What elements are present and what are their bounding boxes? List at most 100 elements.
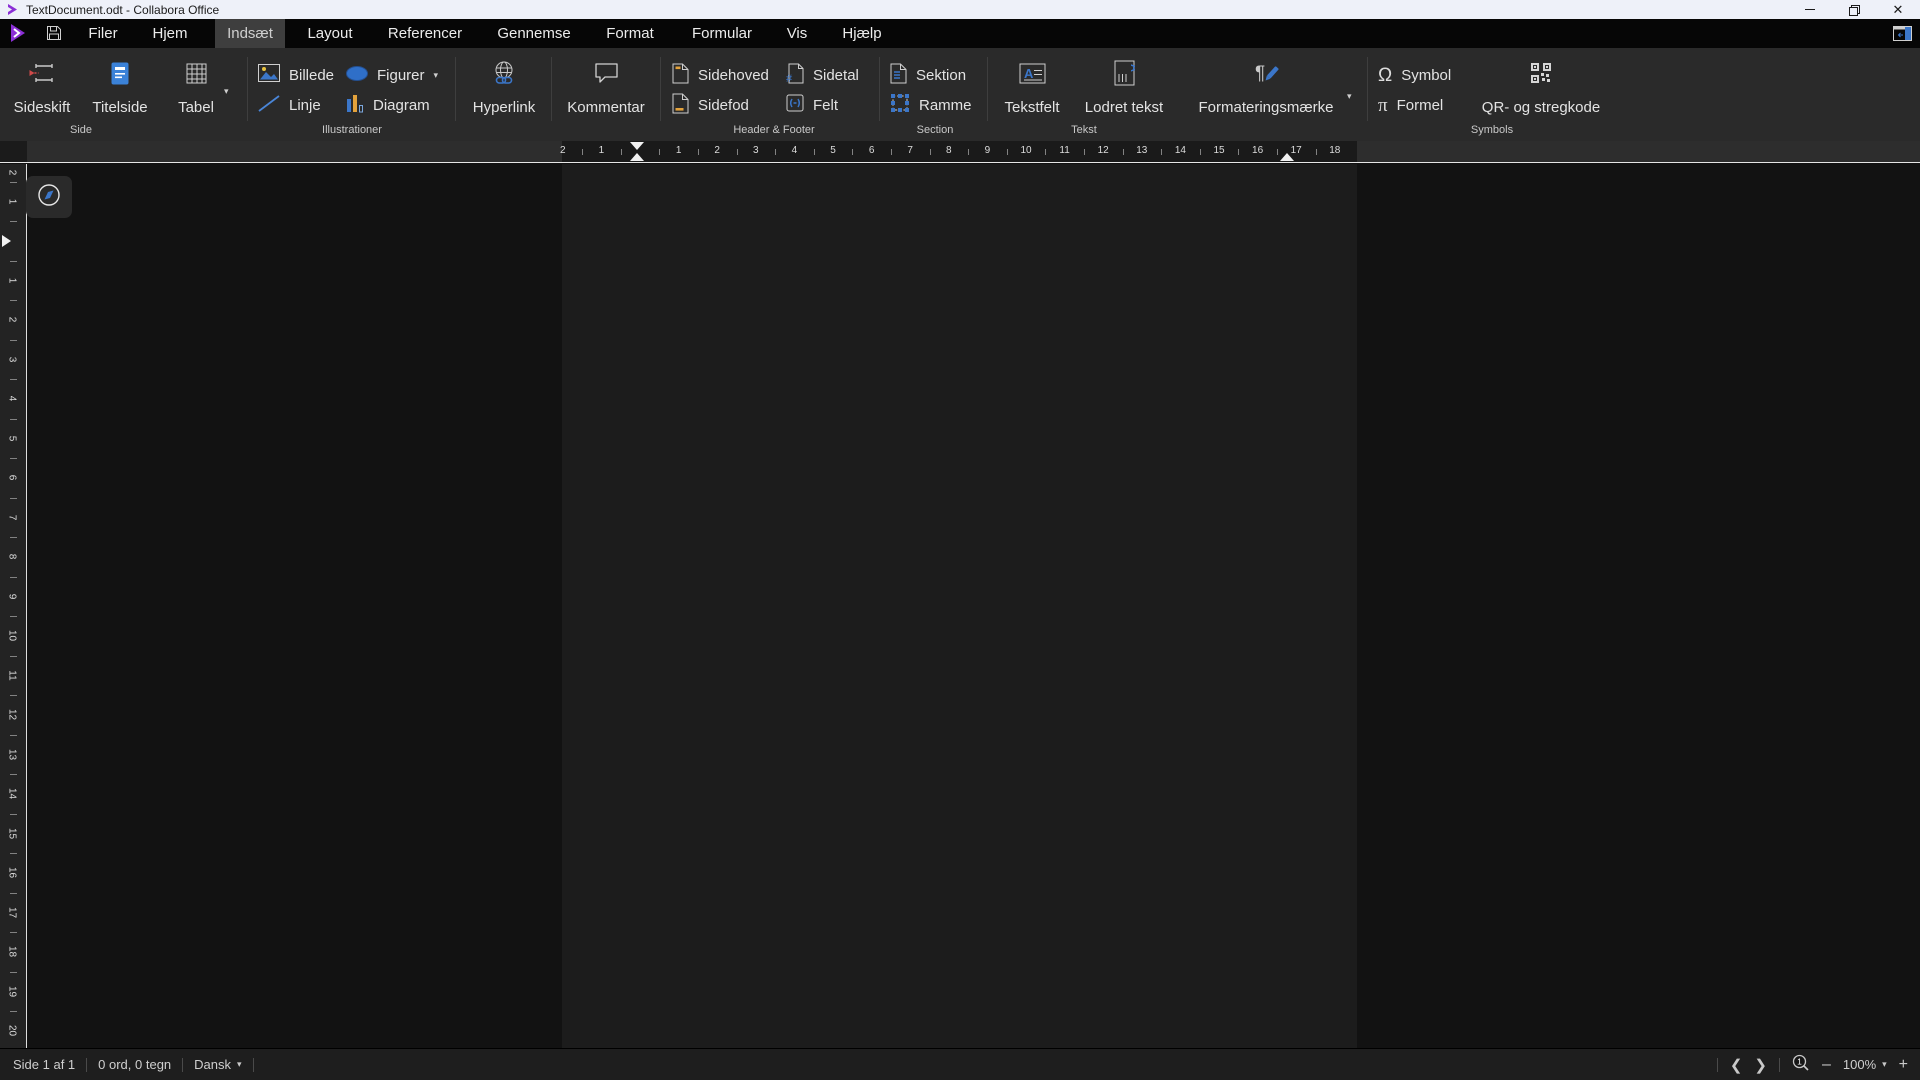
qr-stregkode-button[interactable]: QR- og stregkode: [1473, 54, 1609, 118]
sideskift-button[interactable]: Sideskift: [9, 54, 75, 118]
ruler-number: 17: [7, 902, 18, 922]
sidehoved-button[interactable]: Sidehoved: [672, 61, 769, 89]
shapes-ellipse-icon: [346, 66, 368, 85]
table-icon: [186, 54, 207, 92]
page-number-icon: #: [786, 63, 804, 88]
previous-page-icon[interactable]: ❮: [1730, 1056, 1743, 1074]
indent-marker-bottom[interactable]: [630, 153, 644, 161]
tekstfelt-button[interactable]: A Tekstfelt: [999, 54, 1065, 118]
ruler-number: 9: [7, 586, 18, 606]
menu-tab-format[interactable]: Format: [585, 19, 675, 48]
hyperlink-button[interactable]: Hyperlink: [466, 54, 542, 118]
menu-tab-layout[interactable]: Layout: [285, 19, 375, 48]
billede-button[interactable]: Billede: [258, 61, 334, 89]
menu-tab-referencer[interactable]: Referencer: [380, 19, 470, 48]
ruler-tick: [10, 853, 17, 854]
ruler-tick: [852, 149, 853, 155]
kommentar-button[interactable]: Kommentar: [565, 54, 647, 118]
zoom-in-icon[interactable]: +: [1899, 1057, 1908, 1073]
billede-label: Billede: [289, 67, 334, 84]
ruler-number: 8: [7, 547, 18, 567]
language-selector[interactable]: Dansk ▾: [194, 1057, 241, 1072]
ruler-number: 18: [1329, 145, 1340, 156]
ruler-tick: [659, 149, 660, 155]
qr-code-icon: [1531, 54, 1551, 92]
diagram-label: Diagram: [373, 97, 430, 114]
tekstfelt-label: Tekstfelt: [1004, 99, 1059, 118]
ruler-tick: [1200, 149, 1201, 155]
ruler-number: 7: [7, 507, 18, 527]
ruler-number: 14: [1175, 145, 1186, 156]
figurer-button[interactable]: Figurer ▾: [346, 61, 438, 89]
top-margin-marker[interactable]: [2, 235, 11, 247]
svg-text:1: 1: [1797, 1057, 1802, 1067]
zoom-level-selector[interactable]: 100% ▾: [1843, 1057, 1887, 1072]
tabel-button[interactable]: Tabel: [168, 54, 224, 118]
ruler-number: 14: [7, 784, 18, 804]
ruler-number: 17: [1291, 145, 1302, 156]
document-page[interactable]: [562, 164, 1357, 1048]
ruler-number: 20: [7, 1021, 18, 1041]
ruler-tick: [10, 458, 17, 459]
ruler-number: 3: [7, 349, 18, 369]
zoom-out-icon[interactable]: –: [1822, 1057, 1831, 1073]
svg-text:A: A: [1128, 64, 1135, 72]
lodret-tekst-button[interactable]: A Lodret tekst: [1079, 54, 1169, 118]
statusbar: Side 1 af 1 0 ord, 0 tegn Dansk ▾ ❮ ❯ 1 …: [0, 1048, 1920, 1080]
ruler-tick: [10, 300, 17, 301]
lodret-tekst-label: Lodret tekst: [1085, 99, 1163, 118]
symbol-button[interactable]: Ω Symbol: [1378, 61, 1451, 89]
horizontal-ruler: 21123456789101112131415161718: [0, 141, 1920, 163]
minimize-icon[interactable]: [1788, 0, 1832, 19]
linje-button[interactable]: Linje: [258, 91, 321, 119]
ruler-tick: [10, 616, 17, 617]
figurer-dropdown-icon[interactable]: ▾: [434, 70, 439, 81]
collabora-menu-icon[interactable]: [8, 23, 28, 48]
sidebar-toggle-icon[interactable]: [1893, 26, 1912, 46]
navigator-button[interactable]: [26, 176, 72, 218]
pi-icon: π: [1378, 96, 1388, 115]
statusbar-divider: [253, 1058, 254, 1072]
ruler-number: 1: [7, 270, 18, 290]
menu-tab-gennemse[interactable]: Gennemse: [489, 19, 579, 48]
sidefod-button[interactable]: Sidefod: [672, 91, 749, 119]
felt-button[interactable]: Felt: [786, 91, 838, 119]
ruler-number: 1: [7, 191, 18, 211]
field-icon: [786, 94, 804, 116]
formateringsmaerke-button[interactable]: ¶ Formateringsmærke: [1192, 54, 1340, 118]
menu-tab-hjem[interactable]: Hjem: [125, 19, 215, 48]
diagram-button[interactable]: Diagram: [346, 91, 430, 119]
ruler-number: 11: [7, 665, 18, 685]
sidetal-button[interactable]: # Sidetal: [786, 61, 859, 89]
ruler-tick: [10, 814, 17, 815]
close-icon[interactable]: ✕: [1876, 0, 1920, 19]
menu-tab-hjaelp[interactable]: Hjælp: [817, 19, 907, 48]
menu-tab-indsaet[interactable]: Indsæt: [215, 19, 285, 48]
zoom-level: 100%: [1843, 1057, 1876, 1072]
page-info[interactable]: Side 1 af 1: [13, 1057, 75, 1072]
formel-button[interactable]: π Formel: [1378, 91, 1443, 119]
ruler-tick: [1045, 149, 1046, 155]
tabel-dropdown-icon[interactable]: ▾: [224, 86, 229, 97]
ribbon-divider: [551, 57, 552, 121]
tabel-label: Tabel: [178, 99, 214, 118]
sektion-button[interactable]: Sektion: [890, 61, 966, 89]
frame-icon: [890, 93, 910, 117]
restore-icon[interactable]: [1832, 0, 1876, 19]
formateringsmaerke-dropdown-icon[interactable]: ▾: [1347, 91, 1352, 102]
ramme-button[interactable]: Ramme: [890, 91, 972, 119]
svg-text:¶: ¶: [1255, 63, 1265, 84]
titelside-button[interactable]: Titelside: [86, 54, 154, 118]
indent-marker-top[interactable]: [630, 142, 644, 150]
ruler-tick: [814, 149, 815, 155]
collabora-logo-icon: [7, 4, 18, 15]
group-label-header-footer: Header & Footer: [733, 124, 814, 136]
word-count[interactable]: 0 ord, 0 tegn: [98, 1057, 171, 1072]
ruler-tick: [10, 419, 17, 420]
next-page-icon[interactable]: ❯: [1754, 1056, 1767, 1074]
ruler-number: 11: [1059, 145, 1069, 156]
ruler-tick: [10, 656, 17, 657]
ribbon-divider: [660, 57, 661, 121]
ruler-number: 16: [1252, 145, 1263, 156]
zoom-indicator-icon[interactable]: 1: [1792, 1054, 1810, 1075]
